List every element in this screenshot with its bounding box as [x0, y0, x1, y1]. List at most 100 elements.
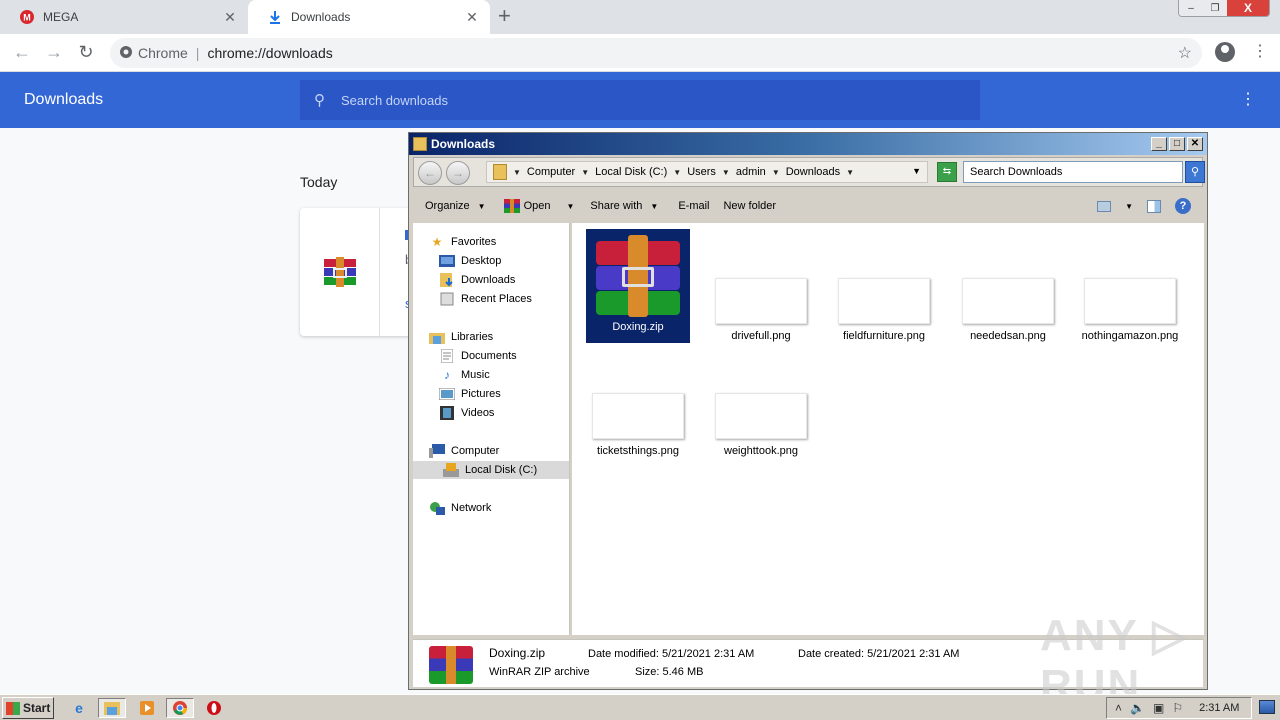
- explorer-taskbar-icon[interactable]: [98, 698, 126, 718]
- crumb-users[interactable]: Users: [687, 166, 716, 178]
- bookmark-star-icon[interactable]: ☆: [1178, 43, 1192, 63]
- system-tray: ˄ 🔈 ▣ ⚐ 2:31 AM: [1106, 697, 1252, 719]
- share-with-button[interactable]: Share with ▼: [590, 200, 658, 212]
- clock[interactable]: 2:31 AM: [1199, 702, 1239, 714]
- image-thumbnail: [715, 393, 807, 439]
- back-button[interactable]: ←: [11, 42, 33, 62]
- change-view-icon[interactable]: [1097, 200, 1112, 212]
- forward-button[interactable]: →: [43, 42, 65, 62]
- file-item[interactable]: nothingamazon.png: [1078, 278, 1182, 342]
- file-name: neededsan.png: [970, 330, 1046, 342]
- explorer-back-button[interactable]: ←: [418, 161, 442, 185]
- crumb-admin[interactable]: admin: [736, 166, 766, 178]
- chevron-down-icon[interactable]: ▼: [581, 168, 589, 177]
- downloads-header: Downloads ⚲ Search downloads ⋮: [0, 72, 1280, 128]
- file-item[interactable]: ticketsthings.png: [586, 393, 690, 457]
- nav-libraries[interactable]: Libraries: [429, 328, 493, 346]
- help-icon[interactable]: ?: [1175, 198, 1191, 214]
- explorer-title: Downloads: [431, 137, 496, 151]
- file-item[interactable]: Doxing.zip: [586, 229, 690, 343]
- address-bar[interactable]: Chrome | chrome://downloads ☆: [110, 38, 1202, 68]
- tab-downloads[interactable]: Downloads ✕: [248, 0, 490, 34]
- explorer-breadcrumb[interactable]: ▼ Computer ▼ Local Disk (C:) ▼ Users ▼ a…: [486, 161, 928, 183]
- close-tab-icon[interactable]: ✕: [464, 9, 480, 26]
- navigation-pane: ★ Favorites Desktop Downloads Recent Plac…: [413, 223, 570, 635]
- nav-recent-places[interactable]: Recent Places: [439, 290, 532, 308]
- nav-desktop[interactable]: Desktop: [439, 252, 501, 270]
- profile-avatar-icon[interactable]: [1215, 42, 1235, 62]
- nav-label: Favorites: [451, 236, 497, 248]
- opera-icon[interactable]: [203, 698, 225, 718]
- file-item[interactable]: weighttook.png: [709, 393, 813, 457]
- chrome-menu-icon[interactable]: ⋮: [1252, 42, 1268, 62]
- chevron-down-icon[interactable]: ▼: [846, 168, 854, 177]
- command-bar: Organize ▼ Open ▼ Share with ▼ E-mail New f…: [413, 193, 1203, 219]
- file-item[interactable]: fieldfurniture.png: [832, 278, 936, 342]
- start-button[interactable]: Start: [2, 697, 54, 719]
- more-actions-icon[interactable]: ⋮: [1240, 90, 1256, 110]
- media-player-icon[interactable]: [136, 698, 158, 718]
- action-center-flag-icon[interactable]: ⚐: [1172, 701, 1183, 715]
- nav-computer[interactable]: Computer: [429, 442, 499, 460]
- internet-explorer-icon[interactable]: e: [68, 698, 90, 718]
- explorer-titlebar[interactable]: Downloads _ □ ✕: [409, 133, 1207, 155]
- chevron-down-icon[interactable]: ▼: [772, 168, 780, 177]
- chevron-down-icon[interactable]: ▼: [673, 168, 681, 177]
- site-label: Chrome: [138, 45, 188, 61]
- chevron-down-icon[interactable]: ▼: [513, 168, 521, 177]
- chevron-down-icon[interactable]: ▼: [722, 168, 730, 177]
- volume-icon[interactable]: 🔈: [1130, 701, 1145, 715]
- crumb-local-disk[interactable]: Local Disk (C:): [595, 166, 667, 178]
- new-folder-button[interactable]: New folder: [723, 200, 776, 212]
- crumb-computer[interactable]: Computer: [527, 166, 575, 178]
- view-controls: ▼ ?: [1097, 198, 1191, 214]
- page-title: Downloads: [24, 91, 104, 108]
- tab-mega[interactable]: M MEGA ✕: [0, 0, 248, 34]
- nav-documents[interactable]: Documents: [439, 347, 517, 365]
- chevron-down-icon[interactable]: ▼: [1125, 202, 1133, 211]
- explorer-search-input[interactable]: Search Downloads: [963, 161, 1183, 183]
- file-item[interactable]: neededsan.png: [956, 278, 1060, 342]
- nav-favorites[interactable]: ★ Favorites: [429, 233, 497, 251]
- explorer-close-button[interactable]: ✕: [1187, 137, 1203, 151]
- nav-label: Computer: [451, 445, 500, 457]
- show-hidden-icons[interactable]: ˄: [1115, 701, 1122, 715]
- nav-downloads[interactable]: Downloads: [439, 271, 515, 289]
- chevron-down-icon[interactable]: ▼: [566, 202, 574, 211]
- file-item[interactable]: drivefull.png: [709, 278, 813, 342]
- nav-videos[interactable]: Videos: [439, 404, 494, 422]
- new-tab-button[interactable]: +: [498, 5, 511, 27]
- organize-button[interactable]: Organize ▼: [425, 200, 486, 212]
- refresh-icon[interactable]: ⇆: [937, 162, 957, 182]
- chevron-down-icon: ▼: [477, 201, 486, 211]
- chrome-taskbar-icon[interactable]: [166, 698, 194, 718]
- nav-label: Pictures: [461, 388, 501, 400]
- crumb-downloads[interactable]: Downloads: [786, 166, 840, 178]
- search-icon[interactable]: ⚲: [1185, 161, 1205, 183]
- explorer-minimize-button[interactable]: _: [1151, 137, 1167, 151]
- network-tray-icon[interactable]: ▣: [1153, 701, 1164, 715]
- downloads-folder-icon: [439, 273, 455, 287]
- winrar-archive-icon: [592, 235, 684, 317]
- nav-local-disk[interactable]: Local Disk (C:): [413, 461, 569, 479]
- minimize-button[interactable]: –: [1179, 0, 1203, 16]
- reload-button[interactable]: ↻: [75, 42, 97, 62]
- tab-title: Downloads: [291, 10, 351, 24]
- nav-music[interactable]: ♪ Music: [439, 366, 490, 384]
- history-dropdown-icon[interactable]: ▼: [912, 166, 921, 176]
- email-button[interactable]: E-mail: [678, 200, 709, 212]
- preview-pane-icon[interactable]: [1147, 199, 1161, 213]
- close-button[interactable]: X: [1227, 0, 1269, 16]
- show-desktop-icon[interactable]: [1259, 700, 1275, 714]
- restore-button[interactable]: ❐: [1203, 0, 1227, 16]
- details-file-type: WinRAR ZIP archive: [489, 666, 590, 678]
- nav-pictures[interactable]: Pictures: [439, 385, 501, 403]
- nav-network[interactable]: Network: [429, 499, 491, 517]
- file-name: weighttook.png: [724, 445, 798, 457]
- explorer-maximize-button[interactable]: □: [1169, 137, 1185, 151]
- explorer-forward-button[interactable]: →: [446, 161, 470, 185]
- nav-label: Music: [461, 369, 490, 381]
- close-tab-icon[interactable]: ✕: [222, 9, 238, 26]
- search-downloads-input[interactable]: ⚲ Search downloads: [300, 80, 980, 120]
- open-button[interactable]: Open ▼: [503, 199, 574, 213]
